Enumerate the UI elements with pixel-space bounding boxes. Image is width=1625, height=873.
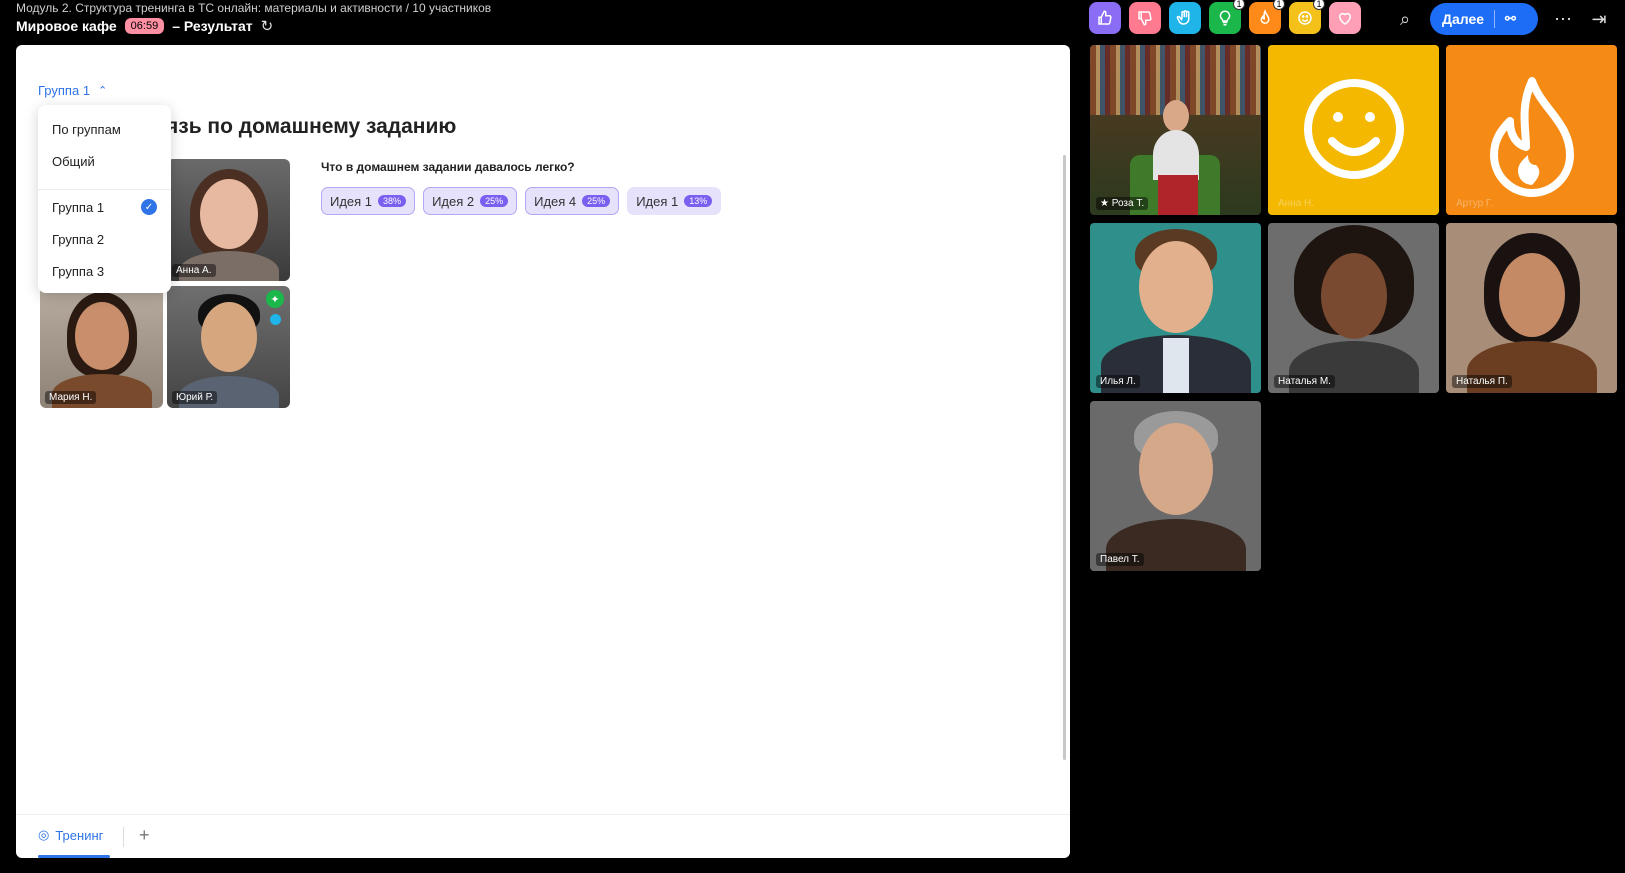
fire-icon[interactable]: 1 [1249, 0, 1285, 34]
tab-training[interactable]: ◎ Тренинг [38, 827, 103, 843]
lightbulb-icon[interactable]: 1 [1209, 0, 1245, 34]
more-icon[interactable]: ⋯ [1552, 9, 1574, 30]
connection-icon[interactable]: ⚯ [1505, 11, 1516, 27]
ideas-list: Идея 1 38% Идея 2 25% Идея 4 25% Идея 1 … [321, 187, 722, 215]
dropdown-item-group-2[interactable]: Группа 2 [52, 232, 104, 247]
idea-chip[interactable]: Идея 2 25% [423, 187, 518, 215]
section-heading: язь по домашнему заданию [166, 115, 457, 138]
video-tile[interactable]: Наталья М. [1268, 223, 1439, 393]
idea-percent: 25% [480, 195, 509, 207]
idea-chip[interactable]: Идея 1 13% [627, 187, 722, 215]
participant-tile[interactable]: Анна А. [167, 159, 290, 281]
idea-percent: 25% [582, 195, 611, 207]
idea-label: Идея 1 [636, 193, 679, 209]
tab-divider [123, 827, 124, 847]
question-text: Что в домашнем задании давалось легко? [321, 160, 575, 174]
tab-underline [38, 855, 110, 858]
result-label: – Результат [172, 18, 253, 34]
idea-chip[interactable]: Идея 1 38% [321, 187, 416, 215]
main-panel: Группа 1 ⌃ язь по домашнему заданию Анна… [16, 45, 1070, 858]
dropdown-item-group-1[interactable]: Группа 1 [52, 200, 104, 215]
scrollbar[interactable] [1063, 155, 1066, 760]
participant-name: Артур Г. [1456, 198, 1493, 209]
participant-tile[interactable]: Мария Н. [40, 286, 163, 408]
breadcrumb[interactable]: Модуль 2. Структура тренинга в ТС онлайн… [16, 1, 491, 15]
fire-icon [1490, 77, 1574, 197]
smile-icon [1304, 79, 1404, 179]
participant-name: ★ Роза Т. [1096, 197, 1149, 210]
lightbulb-icon: ✦ [266, 290, 284, 308]
participant-name: Наталья П. [1452, 375, 1512, 388]
check-icon: ✓ [141, 199, 157, 215]
next-label: Далее [1442, 11, 1485, 27]
toolbar-right: ⌕ Далее ⚯ ⋯ ⇥ [1394, 3, 1610, 35]
group-select-label: Группа 1 [38, 83, 91, 98]
chat-icon[interactable]: ⌕ [1394, 9, 1416, 30]
dropdown-item-common[interactable]: Общий [52, 154, 95, 169]
group-dropdown: По группам Общий Группа 1 ✓ Группа 2 Гру… [38, 105, 171, 293]
camera-icon: ◎ [38, 827, 50, 842]
video-tile[interactable]: Наталья П. [1446, 223, 1617, 393]
video-tile[interactable]: Артур Г. [1446, 45, 1617, 215]
thumbs-down-icon[interactable] [1129, 2, 1161, 34]
participant-tile[interactable]: ✦ Юрий Р. [167, 286, 290, 408]
add-tab-button[interactable]: + [139, 825, 150, 846]
raised-hand-icon[interactable] [1169, 2, 1201, 34]
bottom-tabs: ◎ Тренинг + [16, 814, 1070, 858]
participant-name: Илья Л. [1096, 375, 1140, 388]
title-row: Мировое кафе 06:59 – Результат ↻ [16, 17, 273, 35]
smile-icon[interactable]: 1 [1289, 0, 1325, 34]
idea-percent: 13% [684, 195, 713, 207]
idea-chip[interactable]: Идея 4 25% [525, 187, 620, 215]
idea-label: Идея 1 [330, 193, 373, 209]
participant-name: Анна А. [172, 264, 216, 277]
participant-name: Наталья М. [1274, 375, 1335, 388]
video-tile[interactable]: Анна Н. [1268, 45, 1439, 215]
participant-name: Анна Н. [1278, 198, 1315, 209]
exit-icon[interactable]: ⇥ [1588, 9, 1610, 30]
group-select[interactable]: Группа 1 ⌃ [38, 83, 107, 98]
dropdown-item-group-3[interactable]: Группа 3 [52, 264, 104, 279]
button-divider [1494, 10, 1496, 28]
dropdown-divider [38, 189, 171, 190]
heart-icon[interactable] [1329, 2, 1361, 34]
top-bar: Модуль 2. Структура тренинга в ТС онлайн… [0, 0, 1625, 44]
video-tile[interactable]: Илья Л. [1090, 223, 1261, 393]
timer-badge: 06:59 [124, 18, 165, 34]
page-title: Мировое кафе [16, 18, 117, 34]
reaction-count: 1 [1233, 0, 1245, 10]
idea-label: Идея 2 [432, 193, 475, 209]
next-button[interactable]: Далее ⚯ [1430, 3, 1538, 35]
chevron-up-icon: ⌃ [98, 85, 108, 97]
participant-name: Мария Н. [45, 391, 97, 404]
video-tile[interactable]: ★ Роза Т. [1090, 45, 1261, 215]
participant-name: Юрий Р. [172, 391, 218, 404]
reaction-count: 1 [1313, 0, 1325, 10]
idea-label: Идея 4 [534, 193, 577, 209]
dropdown-item-by-groups[interactable]: По группам [52, 122, 121, 137]
tab-label: Тренинг [55, 827, 104, 843]
video-tile[interactable]: Павел Т. [1090, 401, 1261, 571]
reactions-bar: 1 1 1 [1089, 0, 1361, 34]
reaction-count: 1 [1273, 0, 1285, 10]
refresh-icon[interactable]: ↻ [261, 17, 274, 35]
thumbs-up-icon[interactable] [1089, 2, 1121, 34]
participant-name: Павел Т. [1096, 553, 1144, 566]
status-dot-icon [270, 314, 281, 325]
idea-percent: 38% [378, 195, 407, 207]
